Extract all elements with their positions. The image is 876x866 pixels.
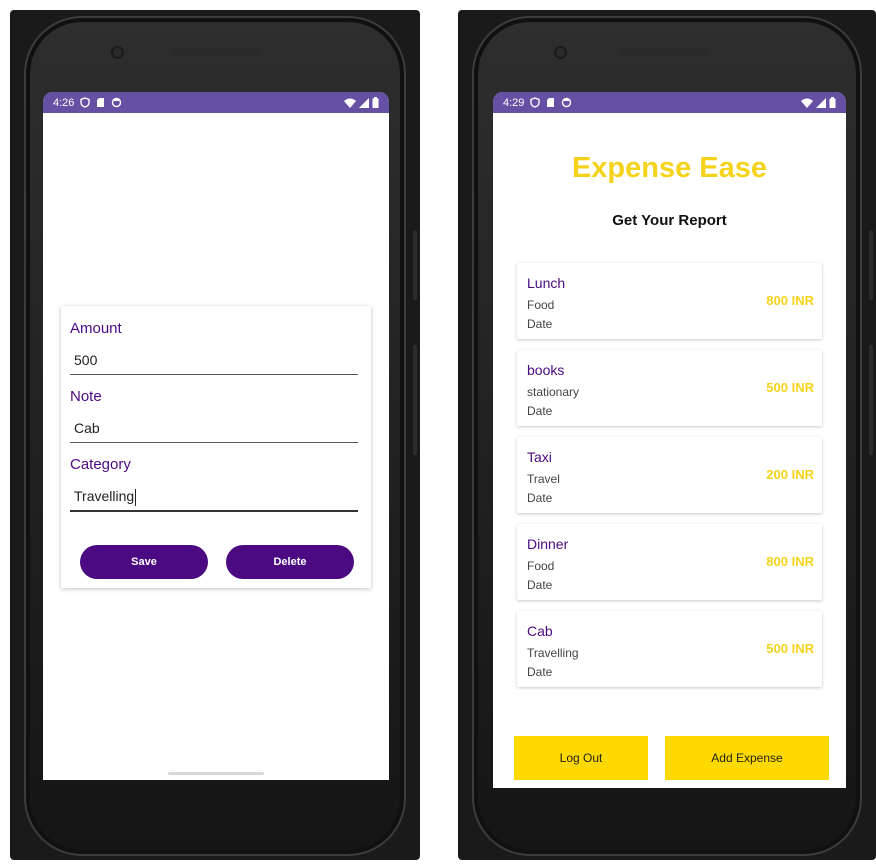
shield-icon (530, 97, 541, 108)
expense-note: Taxi (527, 449, 552, 465)
report-subtitle: Get Your Report (612, 212, 727, 229)
earpiece-speaker (170, 49, 260, 56)
signal-icon (816, 97, 826, 108)
delete-button[interactable]: Delete (226, 545, 354, 579)
expense-note: Cab (527, 623, 553, 639)
note-underline (70, 442, 358, 443)
logout-button[interactable]: Log Out (514, 736, 648, 780)
wifi-icon (801, 98, 813, 108)
front-camera (556, 48, 565, 57)
gesture-nav-handle[interactable] (168, 772, 264, 775)
expense-category: Food (527, 298, 555, 312)
expense-card[interactable]: Dinner Food Date 800 INR (517, 524, 822, 600)
earpiece-speaker (618, 49, 708, 56)
expense-category: stationary (527, 385, 580, 399)
expense-date: Date (527, 491, 553, 505)
expense-card[interactable]: Taxi Travel Date 200 INR (517, 437, 822, 513)
app-screen-report: 4:29 Expense Ease Get Your Report Lunch … (493, 92, 846, 788)
expense-note: Lunch (527, 275, 566, 291)
expense-amount: 200 INR (766, 467, 814, 482)
category-field-value: Travelling (74, 488, 135, 504)
category-label: Category (70, 456, 131, 473)
category-field[interactable]: Travelling (74, 488, 357, 506)
expense-form-card: Amount 500 Note Cab Category Travelling … (61, 306, 371, 588)
power-button (413, 345, 417, 455)
wifi-icon (344, 98, 356, 108)
sd-card-icon (547, 98, 555, 107)
text-cursor (135, 488, 137, 506)
note-field[interactable]: Cab (74, 420, 357, 438)
expense-category: Food (527, 559, 555, 573)
sync-icon (112, 97, 122, 108)
status-right (801, 97, 836, 108)
status-right (344, 97, 379, 108)
amount-label: Amount (70, 320, 122, 337)
status-time: 4:26 (53, 96, 75, 109)
signal-icon (359, 97, 369, 108)
app-screen-edit-expense: 4:26 Amount 500 Note Cab Category Travel… (43, 92, 389, 780)
note-label: Note (70, 388, 102, 405)
app-title: Expense Ease (571, 152, 768, 184)
volume-button (869, 230, 873, 300)
phone-frame-right: 4:29 Expense Ease Get Your Report Lunch … (458, 10, 876, 860)
battery-icon (829, 97, 836, 108)
expense-category: Travel (527, 472, 560, 486)
expense-amount: 800 INR (766, 293, 814, 308)
status-bar: 4:29 (493, 92, 846, 113)
amount-field[interactable]: 500 (74, 352, 357, 370)
shield-icon (80, 97, 91, 108)
front-camera (113, 48, 122, 57)
status-bar: 4:26 (43, 92, 389, 113)
volume-button (413, 230, 417, 300)
power-button (869, 345, 873, 455)
expense-amount: 500 INR (766, 380, 814, 395)
expense-date: Date (527, 317, 553, 331)
amount-underline (70, 374, 358, 375)
expense-date: Date (527, 404, 553, 418)
phone-frame-left: 4:26 Amount 500 Note Cab Category Travel… (10, 10, 420, 860)
expense-category: Travelling (527, 646, 579, 660)
expense-amount: 500 INR (766, 641, 814, 656)
expense-card[interactable]: books stationary Date 500 INR (517, 350, 822, 426)
expense-card[interactable]: Cab Travelling Date 500 INR (517, 611, 822, 687)
status-left: 4:26 (53, 97, 122, 109)
expense-note: Dinner (527, 536, 569, 552)
expense-date: Date (527, 665, 553, 679)
expense-card[interactable]: Lunch Food Date 800 INR (517, 263, 822, 339)
add-expense-button[interactable]: Add Expense (665, 736, 829, 780)
status-left: 4:29 (503, 97, 572, 109)
save-button[interactable]: Save (80, 545, 208, 579)
sd-card-icon (97, 98, 105, 107)
sync-icon (562, 97, 572, 108)
status-time: 4:29 (503, 96, 525, 109)
expense-date: Date (527, 578, 553, 592)
expense-note: books (527, 362, 565, 378)
category-underline-focused (70, 510, 358, 512)
expense-amount: 800 INR (766, 554, 814, 569)
battery-icon (372, 97, 379, 108)
